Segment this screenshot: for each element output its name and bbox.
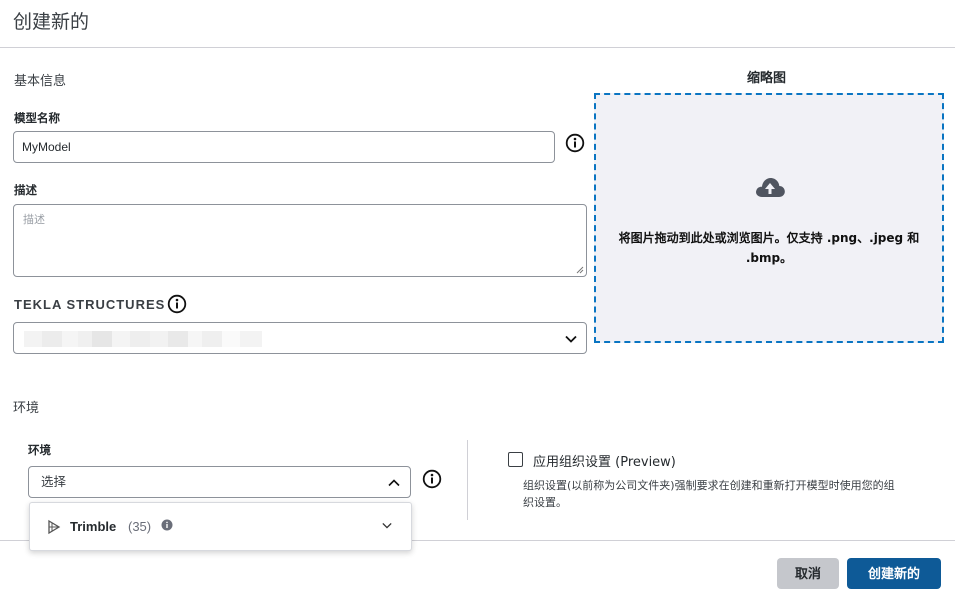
org-settings-help-text: 组织设置(以前称为公司文件夹)强制要求在创建和重新打开模型时使用您的组织设置。 (523, 479, 895, 509)
resize-grip-icon[interactable] (576, 266, 584, 274)
tekla-version-select[interactable] (13, 322, 587, 354)
trimble-logo-icon (48, 519, 61, 535)
redacted-value (24, 331, 262, 347)
thumbnail-title: 缩略图 (747, 71, 787, 86)
cloud-upload-icon (756, 177, 785, 197)
model-name-info-icon[interactable] (565, 133, 585, 153)
environment-label: 环境 (28, 443, 51, 457)
dialog-title: 创建新的 (13, 11, 90, 33)
chevron-down-icon (565, 335, 577, 343)
list-item[interactable]: Trimble (35) (30, 503, 411, 550)
environment-dropdown-list: Trimble (35) (29, 502, 412, 551)
option-count: (35) (128, 519, 152, 534)
environment-select[interactable]: 选择 (28, 466, 411, 498)
model-name-input[interactable]: MyModel (13, 131, 555, 163)
dropzone-text: 将图片拖动到此处或浏览图片。仅支持 .png、.jpeg 和 .bmp。 (618, 231, 920, 265)
create-new-button[interactable]: 创建新的 (847, 558, 941, 589)
option-label: Trimble (70, 519, 117, 534)
org-settings-label[interactable]: 应用组织设置 (Preview) (533, 451, 676, 470)
chevron-down-icon[interactable] (382, 522, 392, 529)
environment-heading: 环境 (13, 401, 40, 416)
chevron-up-icon (388, 479, 400, 487)
description-textarea[interactable]: 描述 (13, 204, 587, 277)
description-placeholder: 描述 (23, 213, 45, 226)
org-settings-checkbox[interactable] (508, 452, 523, 467)
tekla-structures-label: TEKLA STRUCTURES (14, 297, 166, 312)
cancel-button[interactable]: 取消 (777, 558, 839, 589)
basic-info-heading: 基本信息 (14, 74, 67, 89)
thumbnail-dropzone[interactable]: 将图片拖动到此处或浏览图片。仅支持 .png、.jpeg 和 .bmp。 (594, 93, 944, 343)
description-label: 描述 (14, 183, 37, 197)
dialog-header: 创建新的 (0, 0, 955, 48)
info-icon[interactable] (161, 519, 173, 531)
environment-divider (467, 440, 468, 520)
tekla-info-icon[interactable] (167, 294, 187, 314)
model-name-label: 模型名称 (14, 111, 60, 125)
environment-select-placeholder: 选择 (41, 474, 67, 489)
environment-info-icon[interactable] (422, 469, 442, 489)
